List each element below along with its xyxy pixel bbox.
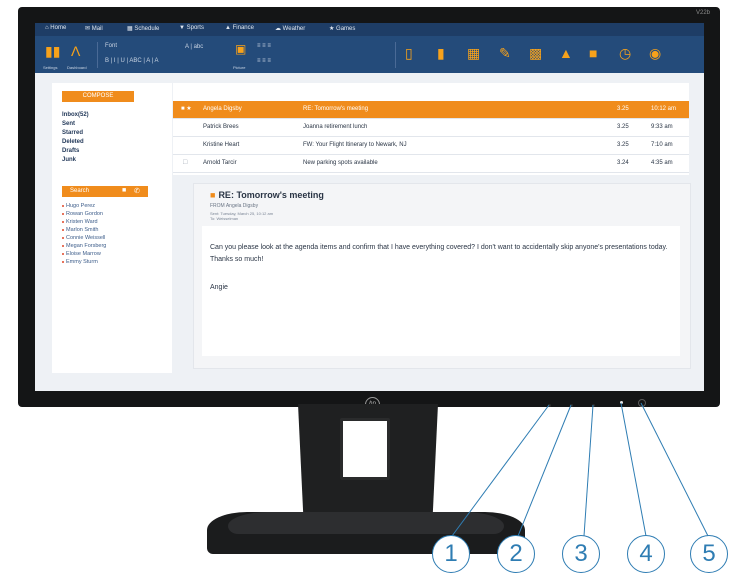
callout-5: 5 [690, 535, 728, 573]
callout-line-4 [620, 402, 647, 537]
callout-line-2 [517, 404, 572, 537]
callout-4: 4 [627, 535, 665, 573]
callout-line-3 [583, 404, 594, 537]
callout-line-5 [640, 402, 709, 537]
callout-1: 1 [432, 535, 470, 573]
callout-2: 2 [497, 535, 535, 573]
callout-lines [451, 402, 709, 537]
callout-line-1 [451, 404, 550, 537]
callout-3: 3 [562, 535, 600, 573]
